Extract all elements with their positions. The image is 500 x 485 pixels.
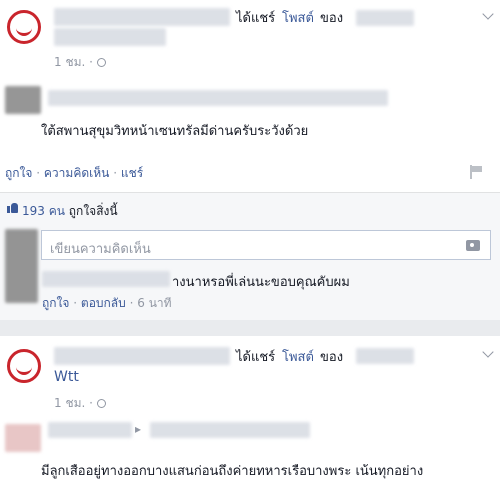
blurred-shared-target [150,422,310,438]
post-body: มีลูกเสืออยู่ทางออกบางแสนก่อนถึงค่ายทหาร… [41,464,424,479]
post-meta: 1 ชม. · [54,53,106,72]
likes-label: ถูกใจสิ่งนี้ [68,204,118,218]
action-bar: ถูกใจ · ความคิดเห็น · แชร์ [5,166,144,180]
blurred-commenter[interactable] [42,271,170,287]
post-card: ได้แชร์ โพสต์ ของ 1 ชม. · ใต้สพานสุขุมวิ… [0,0,500,320]
flag-icon[interactable] [470,165,482,179]
post-meta: 1 ชม. · [54,394,106,413]
likes-count[interactable]: 193 คน [22,204,65,218]
page-avatar[interactable] [7,10,41,44]
shared-text: ได้แชร์ [236,350,276,365]
comment-button[interactable]: ความคิดเห็น [44,166,109,180]
chevron-down-icon[interactable] [482,346,494,358]
arrow-icon: ▸ [135,422,142,436]
comment-input[interactable]: เขียนความคิดเห็น [41,230,491,260]
share-button[interactable]: แชร์ [121,166,143,180]
comment-like-button[interactable]: ถูกใจ [42,296,69,310]
comment-time[interactable]: 6 นาที [137,296,171,310]
globe-icon [96,58,106,67]
chevron-down-icon[interactable] [482,8,494,20]
post-caption: Wtt [54,369,79,385]
blurred-owner-2 [54,28,166,46]
blurred-shared-header [48,422,132,438]
blurred-owner [356,10,414,26]
post-body: ใต้สพานสุขุมวิทหน้าเซนทรัลมีด่านครับระวั… [41,124,309,139]
comment-placeholder: เขียนความคิดเห็น [50,242,151,257]
blurred-name [54,347,230,365]
thumbs-up-icon [7,203,18,213]
blurred-owner [356,348,414,364]
camera-icon[interactable] [466,240,480,251]
page-avatar[interactable] [7,349,41,383]
timestamp[interactable]: 1 ชม. [54,396,85,410]
blurred-shared-header [48,90,388,106]
comment-text: างนาหรอพี่เล่นนะขอบคุณคับผม [172,275,350,290]
shared-text: ได้แชร์ [236,11,276,26]
of-text: ของ [320,11,344,26]
comment-actions: ถูกใจ · ตอบกลับ · 6 นาที [42,296,172,310]
shared-thumbnail[interactable] [5,86,41,114]
shared-thumbnail[interactable] [5,424,41,452]
of-text: ของ [320,350,344,365]
avatar[interactable] [5,229,38,303]
like-button[interactable]: ถูกใจ [5,166,32,180]
timestamp[interactable]: 1 ชม. [54,55,85,69]
post-card: ได้แชร์ โพสต์ ของ Wtt 1 ชม. · ▸ มีลูกเสื… [0,336,500,485]
globe-icon [96,399,106,408]
blurred-name [54,8,230,26]
post-link[interactable]: โพสต์ [282,346,314,367]
likes-summary: 193 คน ถูกใจสิ่งนี้ [22,202,118,221]
reply-button[interactable]: ตอบกลับ [81,296,126,310]
post-link[interactable]: โพสต์ [282,7,314,28]
